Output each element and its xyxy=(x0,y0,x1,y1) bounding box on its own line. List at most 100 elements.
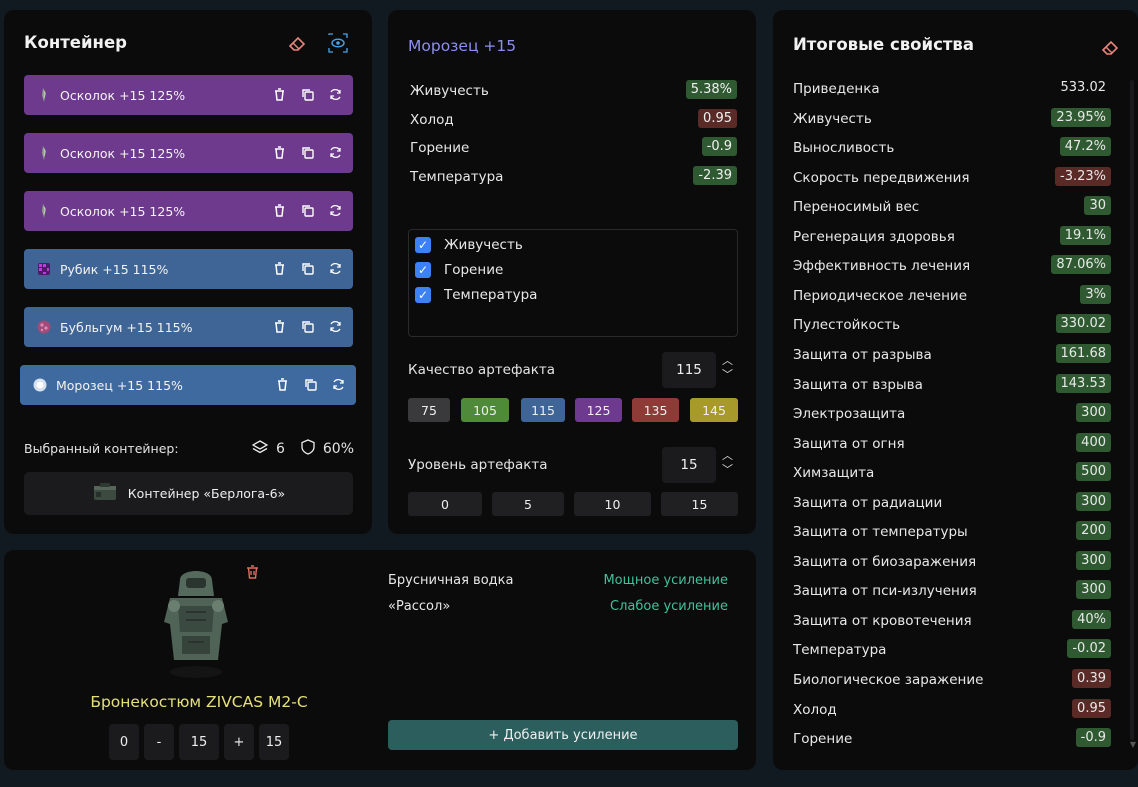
container-box-icon xyxy=(92,482,118,505)
level-option[interactable]: 10 xyxy=(574,492,651,516)
slots-count: 6 xyxy=(275,441,285,457)
layers-icon xyxy=(251,439,269,459)
quality-option[interactable]: 75 xyxy=(408,398,450,422)
delete-icon[interactable] xyxy=(272,145,287,160)
chevron-up-icon[interactable]: ︿ xyxy=(722,449,733,463)
total-name: Защита от температуры xyxy=(793,524,968,541)
shard-artifact-icon xyxy=(36,145,52,161)
level-input[interactable]: 15 xyxy=(662,447,716,483)
total-row: Живучесть 23.95% xyxy=(793,107,1111,127)
boost-effect: Слабое усиление xyxy=(610,599,728,614)
level-option[interactable]: 15 xyxy=(661,492,738,516)
eraser-icon[interactable] xyxy=(287,33,307,53)
level-stepper[interactable]: ︿ ﹀ xyxy=(722,449,733,477)
total-name: Температура xyxy=(793,642,887,659)
level-max-button[interactable]: 15 xyxy=(259,724,289,760)
quality-option[interactable]: 125 xyxy=(575,398,622,422)
container-slot[interactable]: Рубик +15 115% xyxy=(24,249,353,289)
artifact-title: Морозец +15 xyxy=(408,37,517,55)
delete-icon[interactable] xyxy=(272,87,287,102)
chevron-down-icon[interactable]: ﹀ xyxy=(722,463,733,477)
copy-icon[interactable] xyxy=(300,319,315,334)
total-value: 47.2% xyxy=(1059,137,1111,157)
level-label: Уровень артефакта xyxy=(408,457,548,473)
artifact-prop-row: Горение -0.9 xyxy=(410,137,737,156)
copy-icon[interactable] xyxy=(300,203,315,218)
slot-label: Рубик +15 115% xyxy=(60,261,169,277)
eraser-icon[interactable] xyxy=(1100,37,1120,57)
filter-option[interactable]: ✓ Горение xyxy=(415,262,503,278)
boost-name: Брусничная водка xyxy=(388,573,514,588)
total-value: 0.39 xyxy=(1072,669,1111,688)
total-row: Периодическое лечение 3% xyxy=(793,284,1111,304)
eye-icon[interactable] xyxy=(328,33,348,53)
delete-icon[interactable] xyxy=(272,319,287,334)
quality-input[interactable]: 115 xyxy=(662,352,716,388)
filter-option[interactable]: ✓ Температура xyxy=(415,287,537,303)
quality-option[interactable]: 145 xyxy=(690,398,738,422)
total-row: Регенерация здоровья 19.1% xyxy=(793,225,1111,245)
quality-stepper[interactable]: ︿ ﹀ xyxy=(722,354,733,382)
container-slot[interactable]: Бубльгум +15 115% xyxy=(24,307,353,347)
total-value: 0.95 xyxy=(1072,698,1111,718)
protection-value: 60% xyxy=(322,441,354,457)
refresh-icon[interactable] xyxy=(328,87,343,102)
total-row: Эффективность лечения 87.06% xyxy=(793,255,1111,275)
total-row: Биологическое заражение 0.39 xyxy=(793,669,1111,688)
level-decrement-button[interactable]: - xyxy=(144,724,174,760)
delete-icon[interactable] xyxy=(245,564,260,580)
selected-container-label: Выбранный контейнер: xyxy=(24,441,179,456)
total-name: Защита от биозаражения xyxy=(793,553,977,570)
container-select-button[interactable]: Контейнер «Берлога-6» xyxy=(24,472,353,515)
checkbox-checked-icon[interactable]: ✓ xyxy=(415,262,431,278)
copy-icon[interactable] xyxy=(303,377,318,392)
total-name: Периодическое лечение xyxy=(793,287,968,304)
slot-label: Осколок +15 125% xyxy=(60,87,186,103)
refresh-icon[interactable] xyxy=(328,319,343,334)
refresh-icon[interactable] xyxy=(331,377,346,392)
total-row: Защита от радиации 300 xyxy=(793,491,1111,511)
copy-icon[interactable] xyxy=(300,145,315,160)
scrollbar[interactable] xyxy=(1130,80,1134,740)
refresh-icon[interactable] xyxy=(328,261,343,276)
total-name: Пулестойкость xyxy=(793,317,901,334)
filter-label: Живучесть xyxy=(444,237,523,253)
total-name: Регенерация здоровья xyxy=(793,228,955,245)
slot-label: Бубльгум +15 115% xyxy=(60,319,193,335)
total-row: Защита от температуры 200 xyxy=(793,521,1111,541)
total-value: 330.02 xyxy=(1055,314,1111,334)
copy-icon[interactable] xyxy=(300,261,315,276)
refresh-icon[interactable] xyxy=(328,203,343,218)
armor-level-input[interactable]: 15 xyxy=(179,724,219,760)
checkbox-checked-icon[interactable]: ✓ xyxy=(415,237,431,253)
total-row: Защита от огня 400 xyxy=(793,432,1111,452)
refresh-icon[interactable] xyxy=(328,145,343,160)
container-slot[interactable]: Осколок +15 125% xyxy=(24,75,353,115)
slot-label: Осколок +15 125% xyxy=(60,203,186,219)
add-boost-button[interactable]: + Добавить усиление xyxy=(388,720,738,750)
quality-option[interactable]: 135 xyxy=(632,398,679,422)
copy-icon[interactable] xyxy=(300,87,315,102)
container-slot[interactable]: Осколок +15 125% xyxy=(24,191,353,231)
chevron-down-icon[interactable]: ﹀ xyxy=(722,368,733,382)
container-slot-selected[interactable]: Морозец +15 115% xyxy=(20,365,356,405)
delete-icon[interactable] xyxy=(275,377,290,392)
delete-icon[interactable] xyxy=(272,261,287,276)
level-min-button[interactable]: 0 xyxy=(109,724,139,760)
checkbox-checked-icon[interactable]: ✓ xyxy=(415,287,431,303)
chevron-up-icon[interactable]: ︿ xyxy=(722,354,733,368)
delete-icon[interactable] xyxy=(272,203,287,218)
quality-option[interactable]: 105 xyxy=(461,398,509,422)
prop-value: 5.38% xyxy=(685,80,737,99)
scroll-down-icon[interactable]: ▼ xyxy=(1130,740,1136,749)
total-value: -0.02 xyxy=(1067,639,1111,659)
total-row: Химзащита 500 xyxy=(793,462,1111,482)
level-option[interactable]: 0 xyxy=(408,492,482,516)
level-option[interactable]: 5 xyxy=(492,492,564,516)
container-name: Контейнер «Берлога-6» xyxy=(127,486,286,501)
artifact-prop-row: Холод 0.95 xyxy=(410,109,737,128)
quality-option[interactable]: 115 xyxy=(521,398,565,422)
filter-option[interactable]: ✓ Живучесть xyxy=(415,237,523,253)
container-slot[interactable]: Осколок +15 125% xyxy=(24,133,353,173)
level-increment-button[interactable]: + xyxy=(224,724,254,760)
